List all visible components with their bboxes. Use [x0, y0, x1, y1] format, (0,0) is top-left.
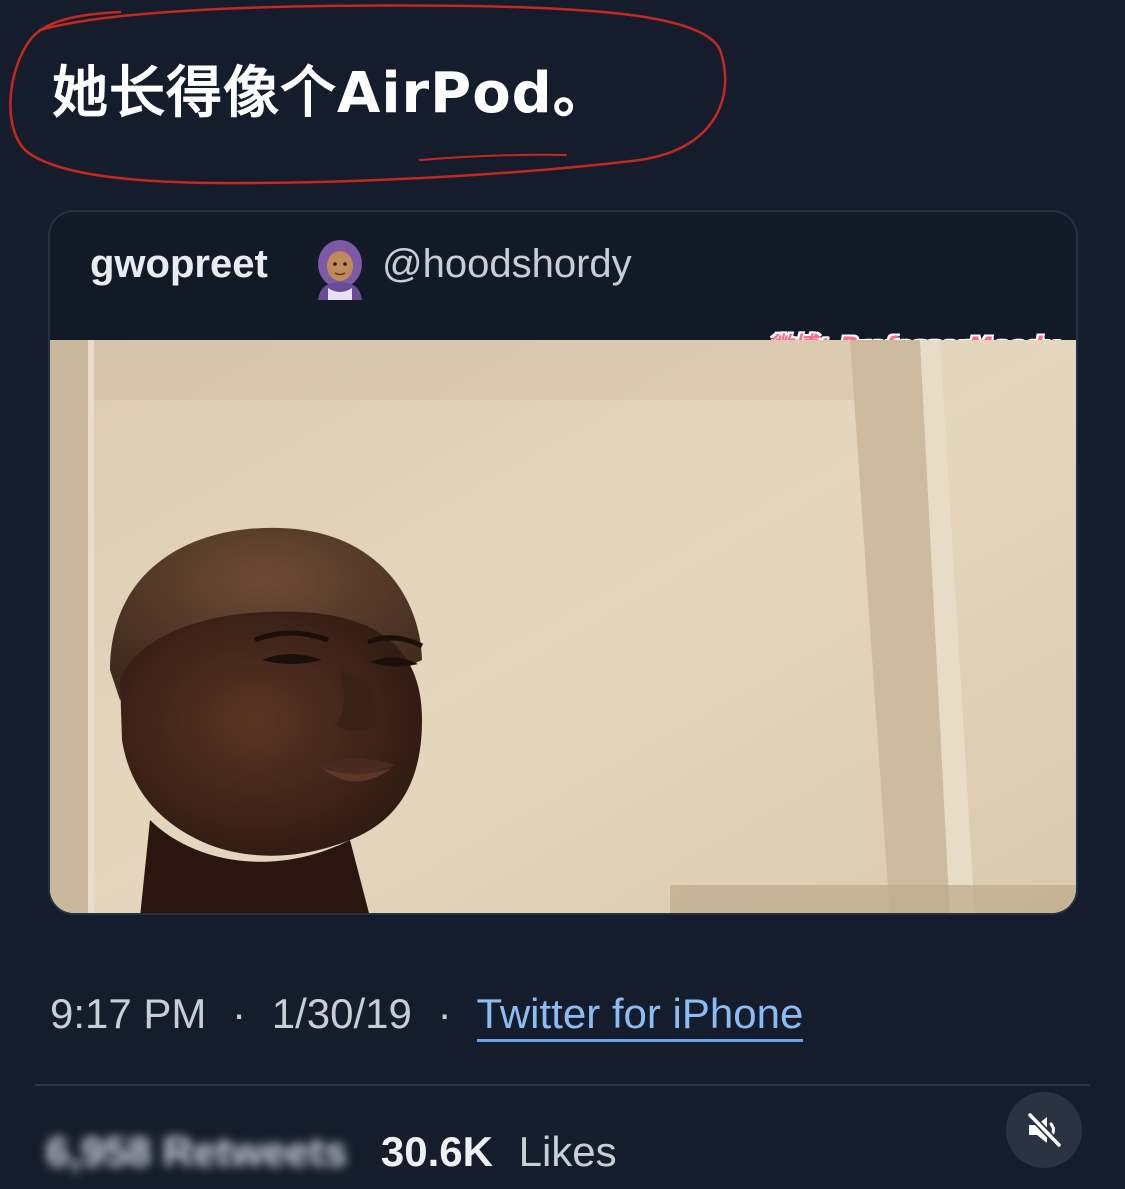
user-handle[interactable]: @hoodshordy [382, 242, 632, 287]
tweet-date: 1/30/19 [271, 990, 412, 1037]
tweet-stats: 6,958 Retweets 30.6K Likes [46, 1128, 617, 1176]
speaker-muted-icon [1026, 1111, 1063, 1149]
tweet-source-link[interactable]: Twitter for iPhone [476, 990, 804, 1042]
tweet-photo[interactable] [50, 340, 1078, 915]
caption-text: 她长得像个AirPod。 [52, 61, 610, 126]
display-name[interactable]: gwopreet [90, 242, 268, 287]
caption-area: 她长得像个AirPod。 [0, 0, 1125, 200]
divider [35, 1084, 1090, 1086]
woman-with-headscarf-icon [318, 240, 362, 300]
meta-separator: · [437, 990, 452, 1037]
retweets-count-blurred[interactable]: 6,958 Retweets [46, 1128, 347, 1176]
tweet-time: 9:17 PM [50, 990, 207, 1037]
mute-button[interactable] [1006, 1092, 1082, 1168]
likes-count[interactable]: 30.6K [381, 1128, 493, 1175]
tweet-meta: 9:17 PM · 1/30/19 · Twitter for iPhone [50, 990, 804, 1042]
quoted-tweet-card[interactable]: gwopreet @hoodshordy 微博：ProfessorMoody [48, 210, 1078, 915]
likes-label[interactable]: Likes [519, 1128, 617, 1175]
meta-separator: · [232, 990, 247, 1037]
quoted-tweet-header: gwopreet @hoodshordy 微博：ProfessorMoody [50, 212, 1076, 360]
